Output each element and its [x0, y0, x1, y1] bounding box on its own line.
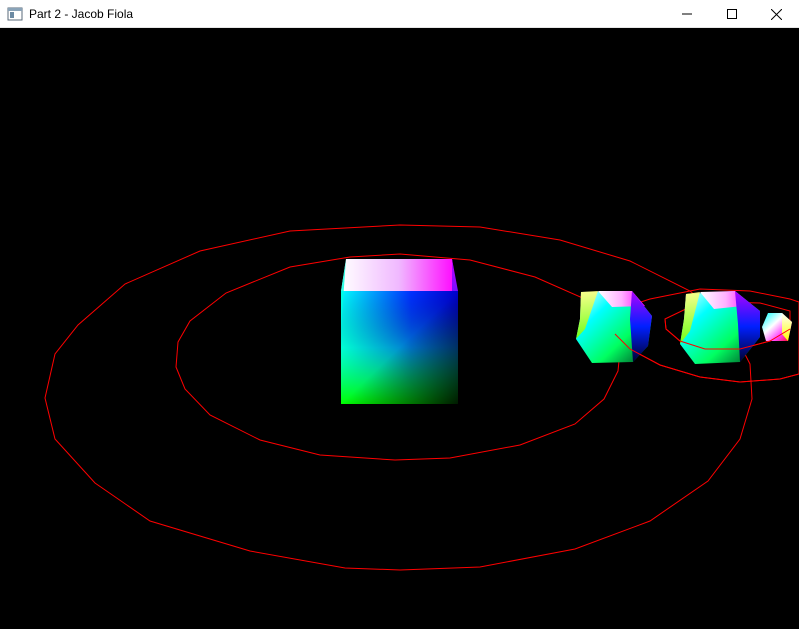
- close-button[interactable]: [754, 0, 799, 28]
- orbiting-cube: [576, 291, 652, 363]
- minimize-button[interactable]: [664, 0, 709, 28]
- maximize-icon: [726, 9, 737, 19]
- title-bar[interactable]: Part 2 - Jacob Fiola: [0, 0, 799, 28]
- minimize-icon: [681, 13, 692, 15]
- application-window: Part 2 - Jacob Fiola: [0, 0, 799, 629]
- scene-canvas: [44, 224, 799, 571]
- window-controls: [664, 0, 799, 28]
- window-title: Part 2 - Jacob Fiola: [29, 6, 134, 21]
- app-window-icon: [7, 7, 23, 20]
- maximize-button[interactable]: [709, 0, 754, 28]
- second-orbiting-cube: [680, 291, 760, 364]
- close-icon: [771, 8, 782, 20]
- central-cube: [341, 259, 458, 404]
- opengl-viewport[interactable]: [0, 29, 799, 629]
